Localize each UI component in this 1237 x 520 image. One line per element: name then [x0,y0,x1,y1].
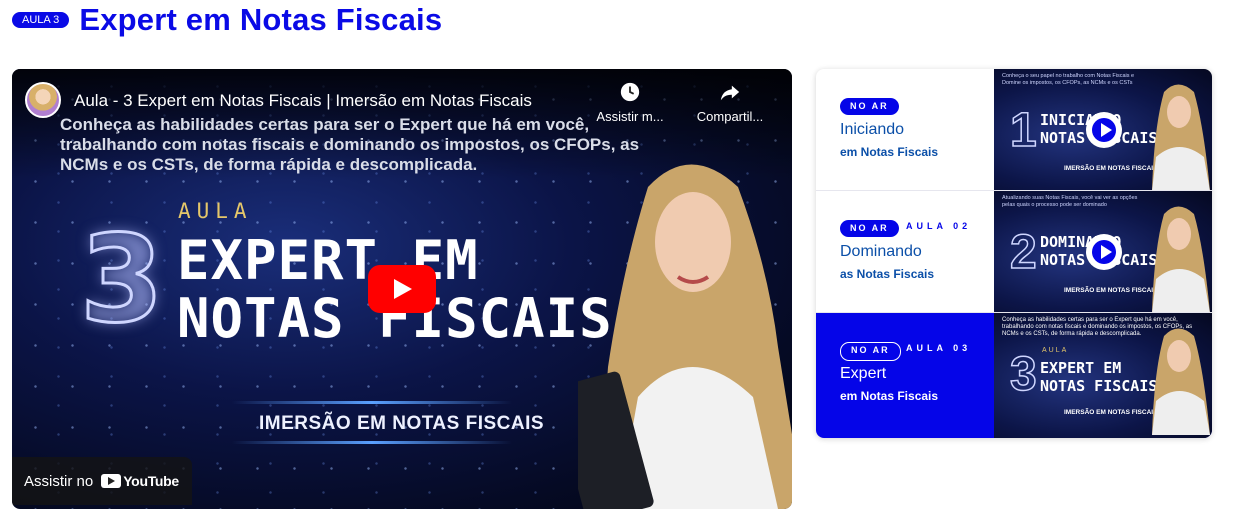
playlist-thumbnail[interactable]: Conheça o seu papel no trabalho com Nota… [994,69,1212,190]
presenter-thumbnail [1152,84,1210,190]
presenter-thumbnail [1152,206,1210,312]
play-icon[interactable] [1086,234,1122,270]
video-title[interactable]: Aula - 3 Expert em Notas Fiscais | Imers… [74,91,532,111]
clock-icon [620,82,640,102]
thumbnail-aula-text: AULA [1042,347,1069,354]
playlist-item-info: NO AR AULA 03 Expert em Notas Fiscais [816,313,994,438]
live-badge: NO AR [840,98,899,115]
thumbnail-subtitle: IMERSÃO EM NOTAS FISCAIS [259,413,545,434]
lesson-badge: AULA 3 [12,12,70,28]
thumbnail-title-line1: EXPERT EM [1040,359,1122,377]
play-button[interactable] [368,265,436,313]
playlist-item-subtitle: em Notas Fiscais [840,389,939,403]
thumbnail-number: 3 [1009,347,1037,402]
youtube-label: YouTube [123,473,179,489]
thumbnail-title-line2: NOTAS FISCAIS [1040,377,1158,395]
divider [232,401,512,404]
playlist-thumbnail[interactable]: Atualizando suas Notas Fiscais, você vai… [994,191,1212,312]
live-badge: NO AR [840,220,899,237]
video-description: Conheça as habilidades certas para ser o… [60,115,640,174]
play-icon[interactable] [1086,112,1122,148]
youtube-play-icon [101,474,122,488]
thumbnail-number: 2 [1009,225,1037,280]
lesson-header: AULA 3 Expert em Notas Fiscais [12,0,442,40]
watch-on-youtube-button[interactable]: Assistir no YouTube [12,457,192,505]
live-badge: NO AR [840,342,901,361]
share-icon [720,85,740,101]
video-player[interactable]: AULA 3 EXPERT EM NOTAS FISCAIS IMERSÃO E… [12,69,792,509]
lesson-playlist: NO AR Iniciando em Notas Fiscais Conheça… [816,69,1212,438]
youtube-logo: YouTube [101,473,179,489]
playlist-item-title: Expert [840,365,887,382]
playlist-item-2[interactable]: NO AR AULA 02 Dominando as Notas Fiscais… [816,191,1212,313]
channel-avatar[interactable] [25,82,61,118]
page-title: Expert em Notas Fiscais [79,2,443,37]
playlist-item-title: Iniciando [840,121,905,138]
share-button[interactable]: Compartil... [688,81,772,124]
playlist-item-subtitle: as Notas Fiscais [840,267,935,281]
playlist-item-info: NO AR AULA 02 Dominando as Notas Fiscais [816,191,994,312]
thumbnail-aula-text: AULA [178,199,253,223]
playlist-item-title: Dominando [840,243,922,260]
thumbnail-description: Atualizando suas Notas Fiscais, você vai… [1002,195,1138,208]
playlist-item-subtitle: em Notas Fiscais [840,145,939,159]
watch-on-label: Assistir no [24,472,94,490]
thumbnail-description: Conheça o seu papel no trabalho com Nota… [1002,73,1135,86]
thumbnail-number: 1 [1009,103,1037,158]
thumbnail-number: 3 [79,210,165,352]
presenter-image [578,164,792,509]
lesson-tag: AULA 02 [906,221,972,231]
playlist-item-3[interactable]: NO AR AULA 03 Expert em Notas Fiscais Co… [816,313,1212,438]
divider [232,441,512,444]
playlist-item-info: NO AR Iniciando em Notas Fiscais [816,69,994,190]
lesson-tag: AULA 03 [906,343,972,353]
share-label: Compartil... [696,109,764,124]
presenter-thumbnail [1152,328,1210,435]
playlist-item-1[interactable]: NO AR Iniciando em Notas Fiscais Conheça… [816,69,1212,191]
playlist-thumbnail[interactable]: Conheça as habilidades certas para ser o… [994,313,1212,438]
